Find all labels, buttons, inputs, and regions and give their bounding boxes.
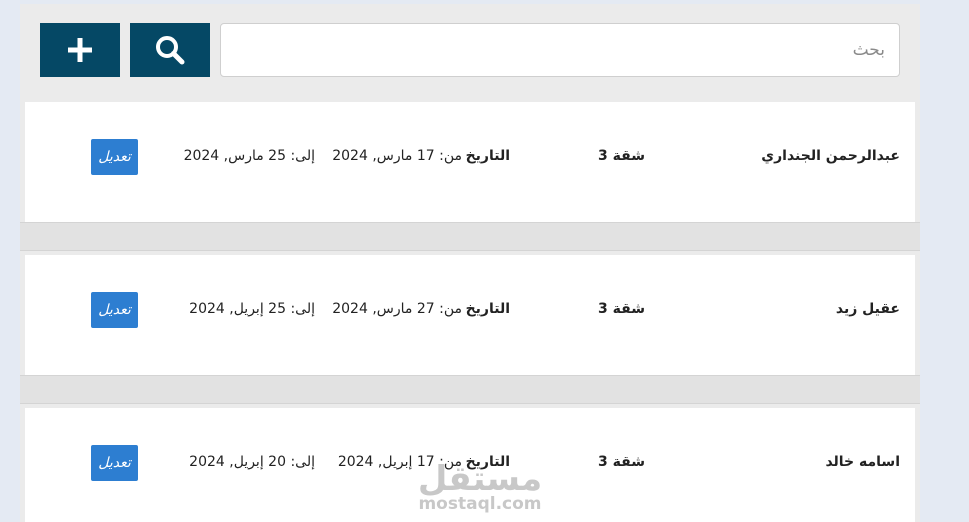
date-to: إلى: 25 مارس, 2024 <box>183 148 315 164</box>
date-from: من: 17 مارس, 2024 <box>332 148 462 164</box>
edit-button[interactable]: تعديل <box>91 139 138 175</box>
record-card: اسامه خالد شقة 3 التاريخ من: 17 إبريل, 2… <box>25 408 915 522</box>
main-panel: عبدالرحمن الجنداري شقة 3 التاريخ من: 17 … <box>20 4 920 522</box>
date-label: التاريخ <box>465 301 510 317</box>
search-field[interactable] <box>220 23 900 77</box>
date-to: إلى: 20 إبريل, 2024 <box>189 454 315 470</box>
date-to: إلى: 25 إبريل, 2024 <box>189 301 315 317</box>
toolbar <box>20 4 920 98</box>
record-card: عبدالرحمن الجنداري شقة 3 التاريخ من: 17 … <box>25 102 915 222</box>
date-from: من: 27 مارس, 2024 <box>332 301 462 317</box>
search-input[interactable] <box>221 24 899 76</box>
date-label: التاريخ <box>465 148 510 164</box>
tenant-name: اسامه خالد <box>825 454 900 470</box>
edit-button[interactable]: تعديل <box>91 445 138 481</box>
search-icon <box>156 36 185 65</box>
row-separator <box>20 222 920 251</box>
date-from: من: 17 إبريل, 2024 <box>337 454 462 470</box>
record-card: عقيل زيد شقة 3 التاريخ من: 27 مارس, 2024… <box>25 255 915 375</box>
unit-label: شقة 3 <box>598 454 645 470</box>
date-label: التاريخ <box>465 454 510 470</box>
edit-button[interactable]: تعديل <box>91 292 138 328</box>
unit-label: شقة 3 <box>598 148 645 164</box>
search-button[interactable] <box>130 23 210 77</box>
unit-label: شقة 3 <box>598 301 645 317</box>
tenant-name: عبدالرحمن الجنداري <box>761 148 900 164</box>
tenant-name: عقيل زيد <box>835 301 900 317</box>
add-button[interactable] <box>40 23 120 77</box>
plus-icon <box>68 38 92 62</box>
row-separator <box>20 375 920 404</box>
